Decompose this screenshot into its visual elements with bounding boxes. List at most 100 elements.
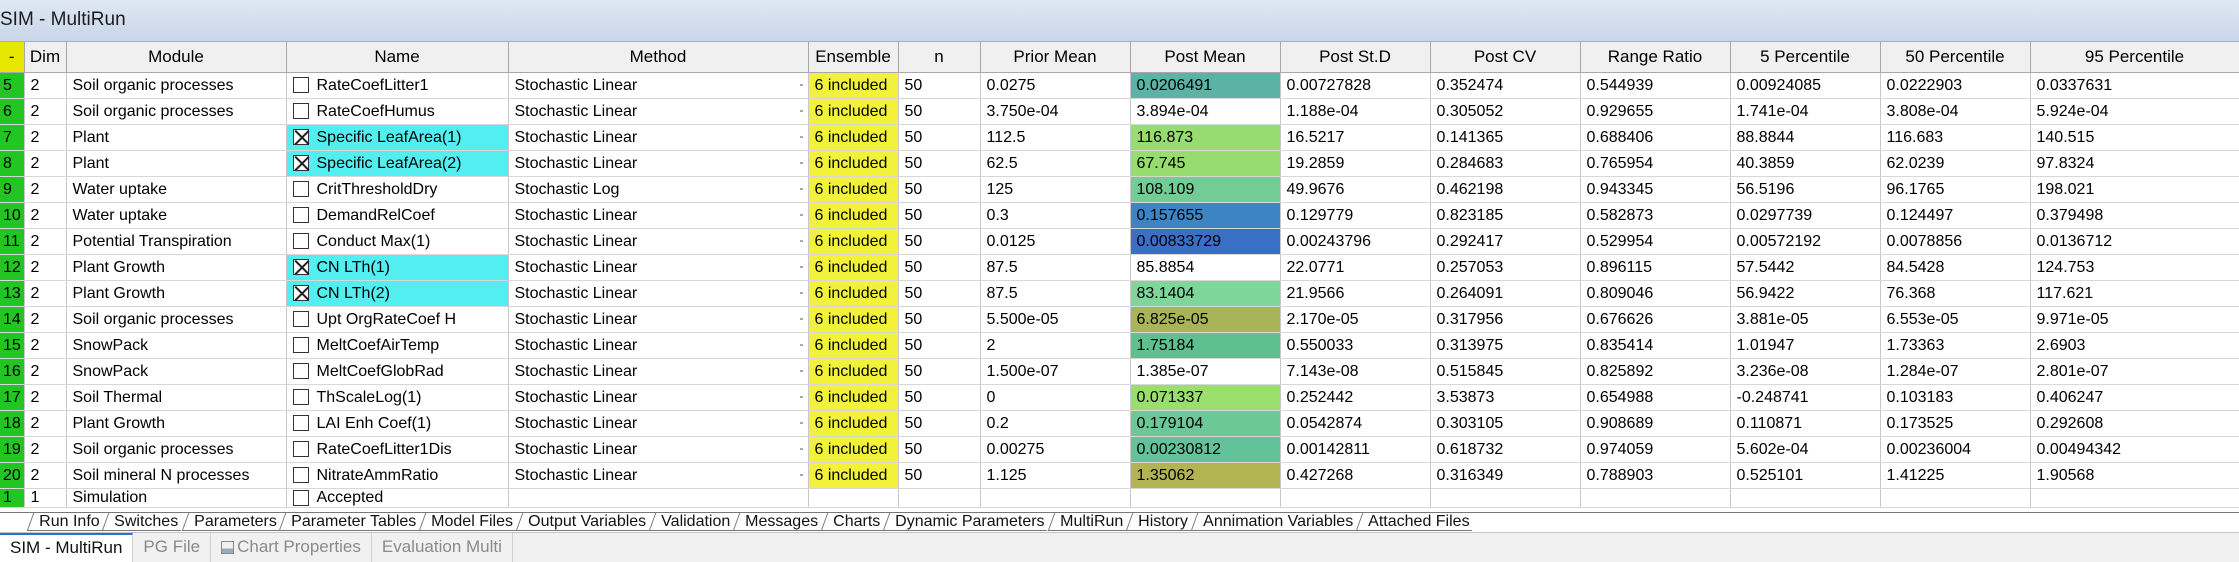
method-dropdown-icon[interactable]: -: [800, 181, 804, 195]
module-cell[interactable]: Potential Transpiration: [66, 228, 287, 255]
sheet-tab-attached-files[interactable]: Attached Files: [1355, 513, 1479, 531]
prior-mean-cell[interactable]: 3.750e-04: [980, 98, 1131, 125]
range-ratio-cell[interactable]: 0.835414: [1580, 332, 1731, 359]
dim-cell[interactable]: 2: [24, 410, 67, 437]
prior-mean-cell[interactable]: 0: [980, 384, 1131, 411]
ensemble-cell[interactable]: 6 included: [808, 462, 899, 489]
n-cell[interactable]: 50: [898, 176, 981, 203]
ensemble-cell[interactable]: 6 included: [808, 228, 899, 255]
percentile-95-cell[interactable]: 0.292608: [2030, 410, 2239, 437]
dim-cell[interactable]: 2: [24, 98, 67, 125]
post-mean-cell[interactable]: 108.109: [1130, 176, 1281, 203]
post-std-cell[interactable]: 2.170e-05: [1280, 306, 1431, 333]
percentile-5-cell[interactable]: 56.5196: [1730, 176, 1881, 203]
row-number[interactable]: 12: [0, 254, 25, 281]
sheet-tab-dynamic-parameters[interactable]: Dynamic Parameters: [883, 513, 1054, 531]
row-number[interactable]: 9: [0, 176, 25, 203]
ensemble-cell[interactable]: 6 included: [808, 332, 899, 359]
post-cv-cell[interactable]: 0.292417: [1430, 228, 1581, 255]
prior-mean-cell[interactable]: 5.500e-05: [980, 306, 1131, 333]
method-dropdown-icon[interactable]: -: [800, 259, 804, 273]
percentile-50-cell[interactable]: 62.0239: [1880, 150, 2031, 177]
column-header-dim[interactable]: Dim: [24, 42, 67, 73]
post-mean-cell[interactable]: 6.825e-05: [1130, 306, 1281, 333]
post-std-cell[interactable]: 0.550033: [1280, 332, 1431, 359]
name-cell[interactable]: LAI Enh Coef(1): [286, 410, 509, 437]
method-cell[interactable]: Stochastic Linear -: [508, 358, 809, 385]
post-cv-cell[interactable]: 0.257053: [1430, 254, 1581, 281]
post-std-cell[interactable]: 0.0542874: [1280, 410, 1431, 437]
row-number[interactable]: 14: [0, 306, 25, 333]
method-cell[interactable]: Stochastic Linear -: [508, 332, 809, 359]
column-header-p50[interactable]: 50 Percentile: [1880, 42, 2031, 73]
method-cell[interactable]: Stochastic Linear -: [508, 202, 809, 229]
column-header-corner[interactable]: -: [0, 42, 25, 73]
method-cell[interactable]: Stochastic Linear -: [508, 150, 809, 177]
method-dropdown-icon[interactable]: -: [800, 363, 804, 377]
range-ratio-cell[interactable]: 0.582873: [1580, 202, 1731, 229]
row-number[interactable]: 17: [0, 384, 25, 411]
prior-mean-cell[interactable]: 87.5: [980, 280, 1131, 307]
table-row[interactable]: 19 2 Soil organic processes RateCoefLitter1…: [0, 436, 2239, 463]
name-cell[interactable]: RateCoefHumus: [286, 98, 509, 125]
ensemble-cell[interactable]: 6 included: [808, 280, 899, 307]
column-header-range_ratio[interactable]: Range Ratio: [1580, 42, 1731, 73]
method-dropdown-icon[interactable]: -: [800, 389, 804, 403]
range-ratio-cell[interactable]: 0.943345: [1580, 176, 1731, 203]
method-cell[interactable]: Stochastic Linear -: [508, 410, 809, 437]
column-header-prior_mean[interactable]: Prior Mean: [980, 42, 1131, 73]
name-cell[interactable]: Conduct Max(1): [286, 228, 509, 255]
percentile-95-cell[interactable]: 1.90568: [2030, 462, 2239, 489]
post-cv-cell[interactable]: 0.284683: [1430, 150, 1581, 177]
percentile-95-cell[interactable]: 124.753: [2030, 254, 2239, 281]
dim-cell[interactable]: 2: [24, 436, 67, 463]
percentile-50-cell[interactable]: 1.284e-07: [1880, 358, 2031, 385]
module-cell[interactable]: Soil organic processes: [66, 98, 287, 125]
n-cell[interactable]: 50: [898, 462, 981, 489]
post-cv-cell[interactable]: 0.141365: [1430, 124, 1581, 151]
percentile-5-cell[interactable]: 1.01947: [1730, 332, 1881, 359]
n-cell[interactable]: 50: [898, 72, 981, 99]
method-dropdown-icon[interactable]: -: [800, 155, 804, 169]
table-row[interactable]: 14 2 Soil organic processes Upt OrgRateCoef…: [0, 306, 2239, 333]
method-cell[interactable]: Stochastic Linear -: [508, 436, 809, 463]
post-mean-cell[interactable]: 1.75184: [1130, 332, 1281, 359]
post-mean-cell[interactable]: 67.745: [1130, 150, 1281, 177]
name-cell[interactable]: MeltCoefAirTemp: [286, 332, 509, 359]
n-cell[interactable]: 50: [898, 124, 981, 151]
sheet-tab-multirun[interactable]: MultiRun: [1047, 513, 1133, 531]
name-cell[interactable]: Specific LeafArea(1): [286, 124, 509, 151]
dim-cell[interactable]: 1: [24, 488, 67, 508]
n-cell[interactable]: 50: [898, 150, 981, 177]
row-checkbox[interactable]: [292, 337, 309, 354]
empty-cell[interactable]: [1730, 488, 1881, 508]
n-cell[interactable]: 50: [898, 358, 981, 385]
row-checkbox[interactable]: [292, 389, 309, 406]
post-mean-cell[interactable]: 1.385e-07: [1130, 358, 1281, 385]
row-checkbox[interactable]: [292, 129, 309, 146]
column-header-post_cv[interactable]: Post CV: [1430, 42, 1581, 73]
n-cell[interactable]: 50: [898, 280, 981, 307]
percentile-95-cell[interactable]: 5.924e-04: [2030, 98, 2239, 125]
name-cell[interactable]: MeltCoefGlobRad: [286, 358, 509, 385]
table-row[interactable]: 15 2 SnowPack MeltCoefAirTemp Stochastic Lin…: [0, 332, 2239, 359]
percentile-95-cell[interactable]: 140.515: [2030, 124, 2239, 151]
table-row[interactable]: 6 2 Soil organic processes RateCoefHumus Sto…: [0, 98, 2239, 125]
post-std-cell[interactable]: 49.9676: [1280, 176, 1431, 203]
prior-mean-cell[interactable]: 2: [980, 332, 1131, 359]
percentile-5-cell[interactable]: 3.236e-08: [1730, 358, 1881, 385]
row-checkbox[interactable]: [292, 311, 309, 328]
row-number[interactable]: 6: [0, 98, 25, 125]
dim-cell[interactable]: 2: [24, 124, 67, 151]
post-cv-cell[interactable]: 0.823185: [1430, 202, 1581, 229]
method-dropdown-icon[interactable]: -: [800, 441, 804, 455]
method-cell[interactable]: Stochastic Linear -: [508, 254, 809, 281]
name-cell[interactable]: DemandRelCoef: [286, 202, 509, 229]
ensemble-cell[interactable]: 6 included: [808, 358, 899, 385]
module-cell[interactable]: Plant Growth: [66, 410, 287, 437]
method-cell[interactable]: Stochastic Linear -: [508, 280, 809, 307]
method-dropdown-icon[interactable]: -: [800, 103, 804, 117]
sheet-tab-output-variables[interactable]: Output Variables: [515, 513, 656, 531]
range-ratio-cell[interactable]: 0.676626: [1580, 306, 1731, 333]
percentile-95-cell[interactable]: 0.406247: [2030, 384, 2239, 411]
